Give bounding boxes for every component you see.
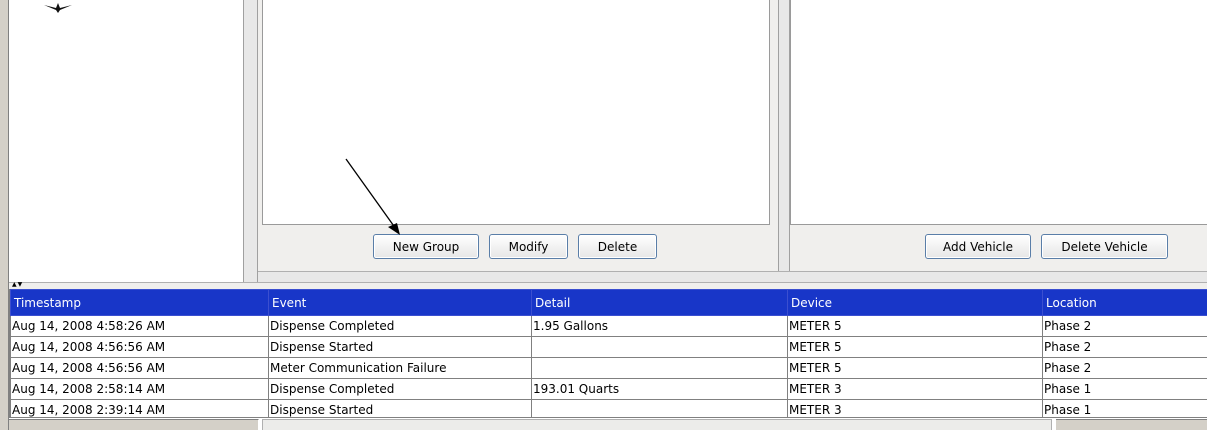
- vertical-splitter-middle[interactable]: [778, 0, 790, 282]
- table-row[interactable]: Aug 14, 2008 4:56:56 AM Meter Communicat…: [10, 357, 1207, 379]
- groups-list[interactable]: [262, 0, 770, 225]
- table-row[interactable]: Aug 14, 2008 2:58:14 AM Dispense Complet…: [10, 378, 1207, 400]
- column-header-device[interactable]: Device: [787, 289, 1043, 316]
- table-row[interactable]: Aug 14, 2008 4:56:56 AM Dispense Started…: [10, 336, 1207, 358]
- cell-location: Phase 2: [1042, 357, 1207, 379]
- cell-location: Phase 2: [1042, 336, 1207, 358]
- cell-device: METER 3: [787, 378, 1043, 400]
- column-header-timestamp[interactable]: Timestamp: [10, 289, 269, 316]
- status-left-pane: [9, 419, 259, 430]
- vehicles-list[interactable]: [790, 0, 1207, 225]
- column-header-detail[interactable]: Detail: [531, 289, 788, 316]
- arrow-annotation: [345, 158, 400, 235]
- delete-button[interactable]: Delete: [578, 234, 657, 259]
- status-right-pane: [1056, 419, 1207, 430]
- event-log-table[interactable]: Timestamp Event Detail Device Location A…: [9, 289, 1207, 421]
- cell-event: Dispense Completed: [268, 378, 532, 400]
- table-header-row: Timestamp Event Detail Device Location: [10, 289, 1207, 316]
- panel-bottom-border: [258, 271, 1207, 282]
- cell-location: Phase 2: [1042, 315, 1207, 337]
- cell-device: METER 5: [787, 315, 1043, 337]
- cell-event: Dispense Started: [268, 336, 532, 358]
- cell-location: Phase 1: [1042, 378, 1207, 400]
- cell-event: Dispense Completed: [268, 315, 532, 337]
- cell-timestamp: Aug 14, 2008 4:58:26 AM: [10, 315, 269, 337]
- splitter-arrows-icon[interactable]: ▲▼: [12, 281, 23, 288]
- status-middle-pane: [262, 419, 1052, 430]
- cell-detail: 193.01 Quarts: [531, 378, 788, 400]
- cell-timestamp: Aug 14, 2008 4:56:56 AM: [10, 336, 269, 358]
- window-left-border: [0, 0, 9, 282]
- cell-detail: [531, 336, 788, 358]
- delete-vehicle-button[interactable]: Delete Vehicle: [1041, 234, 1168, 259]
- tree-node-icon[interactable]: [44, 3, 72, 13]
- column-header-location[interactable]: Location: [1042, 289, 1207, 316]
- column-header-event[interactable]: Event: [268, 289, 532, 316]
- cell-detail: 1.95 Gallons: [531, 315, 788, 337]
- window-left-border-lower: [0, 282, 9, 430]
- table-row[interactable]: Aug 14, 2008 4:58:26 AM Dispense Complet…: [10, 315, 1207, 337]
- cell-detail: [531, 357, 788, 379]
- navigation-tree[interactable]: [9, 0, 243, 280]
- cell-device: METER 5: [787, 336, 1043, 358]
- modify-button[interactable]: Modify: [489, 234, 568, 259]
- new-group-button[interactable]: New Group: [373, 234, 479, 259]
- cell-device: METER 5: [787, 357, 1043, 379]
- vertical-splitter-left[interactable]: [243, 0, 258, 282]
- horizontal-splitter[interactable]: [0, 282, 1207, 289]
- cell-timestamp: Aug 14, 2008 2:58:14 AM: [10, 378, 269, 400]
- cell-event: Meter Communication Failure: [268, 357, 532, 379]
- cell-timestamp: Aug 14, 2008 4:56:56 AM: [10, 357, 269, 379]
- add-vehicle-button[interactable]: Add Vehicle: [925, 234, 1031, 259]
